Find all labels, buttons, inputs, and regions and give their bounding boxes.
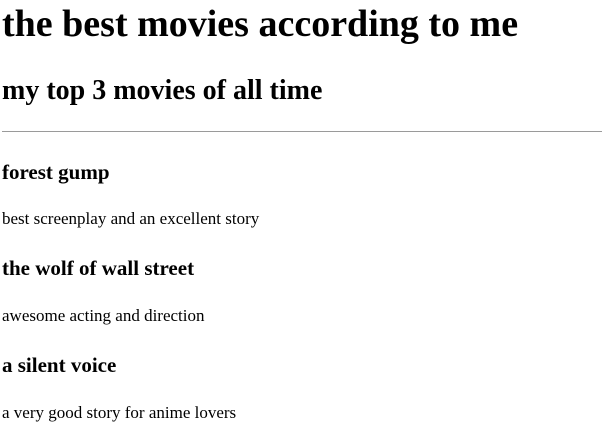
- movie-title-forest-gump: forest gump: [2, 160, 110, 184]
- movie-description-wolf-of-wall-street: awesome acting and direction: [2, 306, 205, 325]
- movie-title-a-silent-voice: a silent voice: [2, 353, 117, 377]
- movie-description-a-silent-voice: a very good story for anime lovers: [2, 403, 237, 422]
- page-content: the best movies according to me my top 3…: [2, 0, 602, 422]
- movie-description-forest-gump: best screenplay and an excellent story: [2, 209, 260, 228]
- movie-title-wolf-of-wall-street: the wolf of wall street: [2, 256, 195, 280]
- page-title: the best movies according to me: [2, 3, 519, 45]
- divider: [2, 131, 602, 132]
- page-subtitle: my top 3 movies of all time: [2, 75, 323, 106]
